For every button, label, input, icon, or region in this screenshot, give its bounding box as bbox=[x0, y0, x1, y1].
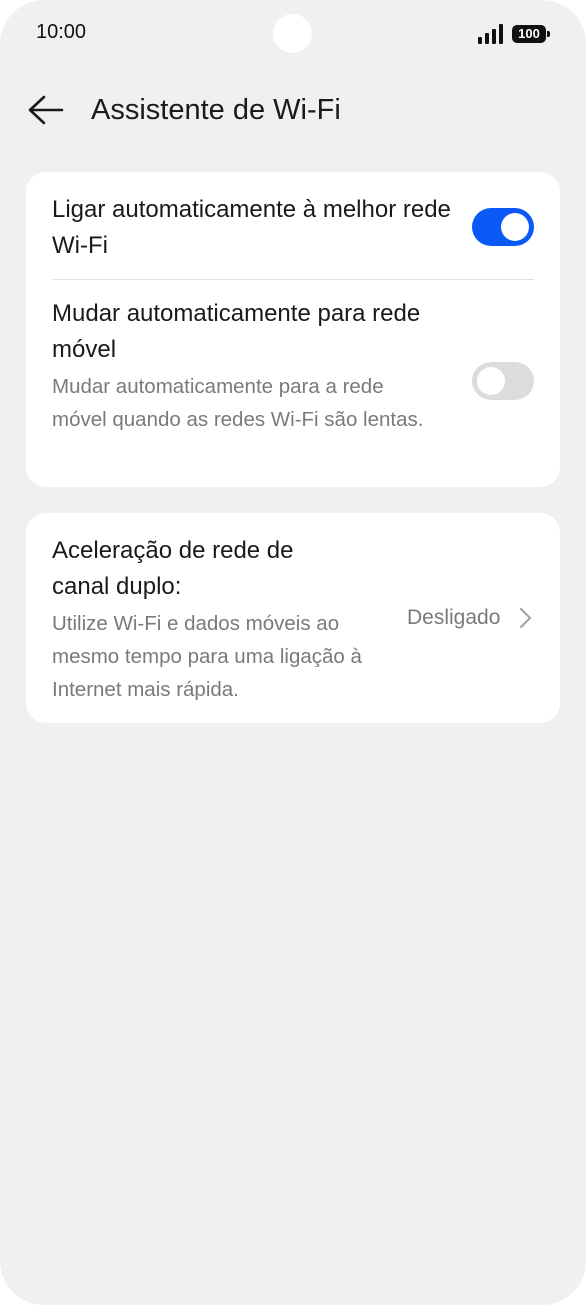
divider bbox=[52, 279, 534, 280]
signal-icon bbox=[478, 24, 506, 44]
battery-icon: 100 bbox=[512, 25, 550, 43]
dual-channel-title: Aceleração de rede de canal duplo: bbox=[52, 537, 294, 600]
toggle-knob bbox=[501, 213, 529, 241]
front-camera bbox=[273, 14, 312, 53]
auto-mobile-description: Mudar automaticamente para a rede móvel … bbox=[52, 375, 424, 431]
page-title: Assistente de Wi-Fi bbox=[91, 94, 341, 126]
arrow-left-icon bbox=[28, 95, 64, 125]
dual-channel-description: Utilize Wi-Fi e dados móveis ao mesmo te… bbox=[52, 612, 362, 701]
phone-screen: 10:00 100 Assistente de Wi-Fi Ligar auto… bbox=[0, 0, 586, 1305]
toggle-knob bbox=[477, 367, 505, 395]
status-time: 10:00 bbox=[36, 21, 87, 43]
auto-best-wifi-toggle[interactable] bbox=[472, 208, 534, 246]
chevron-right-icon bbox=[520, 608, 531, 628]
dual-channel-value: Desligado bbox=[407, 606, 501, 629]
back-button[interactable] bbox=[26, 91, 66, 129]
wifi-settings-card: Ligar automaticamente à melhor rede Wi-F… bbox=[26, 172, 560, 487]
auto-best-wifi-title: Ligar automaticamente à melhor rede Wi-F… bbox=[52, 196, 451, 259]
auto-mobile-title: Mudar automaticamente para rede móvel bbox=[52, 300, 421, 363]
auto-mobile-toggle[interactable] bbox=[472, 362, 534, 400]
dual-channel-card[interactable]: Aceleração de rede de canal duplo: Utili… bbox=[26, 513, 560, 723]
